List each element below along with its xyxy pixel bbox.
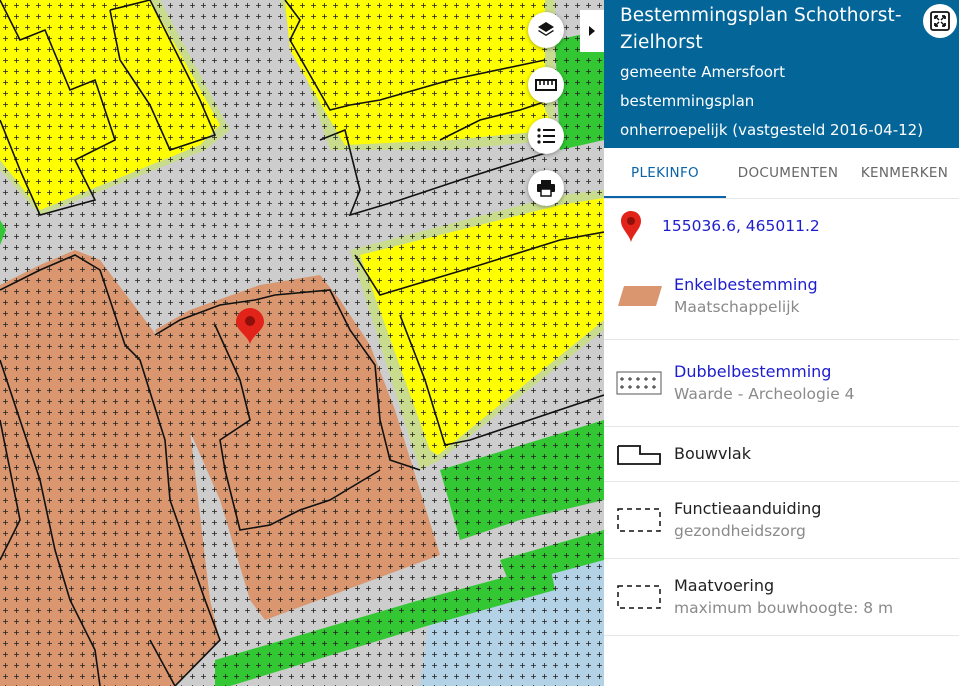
coordinates-row: 155036.6, 465011.2 <box>604 199 959 253</box>
dashed-box-icon <box>617 508 661 532</box>
print-icon <box>537 180 555 197</box>
legend-symbol <box>616 504 666 536</box>
legend-title: Bouwvlak <box>674 444 751 463</box>
legend-item-functieaanduiding: Functieaanduiding gezondheidszorg <box>604 482 959 559</box>
chevron-right-icon <box>589 26 595 36</box>
print-button[interactable] <box>528 170 564 206</box>
building-outline-icon <box>617 445 661 465</box>
coordinates-text[interactable]: 155036.6, 465011.2 <box>662 217 820 235</box>
map-view[interactable] <box>0 0 604 686</box>
plan-status-text: onherroepelijk (vastgesteld 2016-04-12) <box>620 121 924 139</box>
plan-title: Bestemmingsplan Schothorst-Zielhorst <box>620 5 902 53</box>
list-icon <box>537 128 555 144</box>
legend-subtitle: Maatschappelijk <box>674 298 800 316</box>
tab-plekinfo[interactable]: PLEKINFO <box>604 148 726 198</box>
brown-parallelogram-icon <box>618 286 662 306</box>
ruler-icon <box>535 79 557 91</box>
measure-button[interactable] <box>528 67 564 103</box>
legend-text: Maatvoering maximum bouwhoogte: 8 m <box>674 575 893 619</box>
legend-subtitle: maximum bouwhoogte: 8 m <box>674 599 894 617</box>
dashed-box-icon <box>617 585 661 609</box>
expand-icon <box>930 11 950 31</box>
legend-title[interactable]: Enkelbestemming <box>674 274 818 296</box>
map-canvas[interactable] <box>0 0 604 686</box>
layers-button[interactable] <box>528 12 564 48</box>
legend-symbol <box>616 581 666 613</box>
legend-item-enkelbestemming: Enkelbestemming Maatschappelijk <box>604 253 959 340</box>
tab-documenten[interactable]: DOCUMENTEN <box>726 148 850 198</box>
crosshatch-box-icon <box>616 371 662 395</box>
panel-tabs: PLEKINFO DOCUMENTEN KENMERKEN <box>604 148 959 199</box>
municipality-text: gemeente Amersfoort <box>620 63 785 81</box>
legend-symbol <box>616 438 666 470</box>
legend-text: Functieaanduiding gezondheidszorg <box>674 498 821 542</box>
panel-header: Bestemmingsplan Schothorst-Zielhorst gem… <box>604 0 959 148</box>
app-root: Bestemmingsplan Schothorst-Zielhorst gem… <box>0 0 959 686</box>
info-panel: Bestemmingsplan Schothorst-Zielhorst gem… <box>604 0 959 686</box>
plan-type-text: bestemmingsplan <box>620 92 755 110</box>
legend-item-bouwvlak: Bouwvlak <box>604 427 959 482</box>
legend-button[interactable] <box>528 118 564 154</box>
legend-subtitle: gezondheidszorg <box>674 522 806 540</box>
tab-kenmerken[interactable]: KENMERKEN <box>850 148 959 198</box>
archaeology-hatch <box>0 0 604 686</box>
legend-text: Bouwvlak <box>674 443 751 465</box>
legend-item-dubbelbestemming: Dubbelbestemming Waarde - Archeologie 4 <box>604 340 959 427</box>
map-marker-icon <box>621 211 641 242</box>
legend-title: Maatvoering <box>674 576 775 595</box>
plan-meta: gemeente Amersfoort bestemmingsplan onhe… <box>620 58 943 145</box>
legend-text: Enkelbestemming Maatschappelijk <box>674 274 818 318</box>
legend-text: Dubbelbestemming Waarde - Archeologie 4 <box>674 361 855 405</box>
legend-symbol <box>616 280 666 312</box>
legend-subtitle: Waarde - Archeologie 4 <box>674 385 855 403</box>
legend-item-maatvoering: Maatvoering maximum bouwhoogte: 8 m <box>604 559 959 636</box>
legend-title[interactable]: Dubbelbestemming <box>674 361 855 383</box>
legend-title: Functieaanduiding <box>674 499 822 518</box>
layers-icon <box>538 22 554 36</box>
expand-button[interactable] <box>923 4 957 38</box>
collapse-panel-tab[interactable] <box>580 10 604 52</box>
legend-symbol <box>616 367 666 399</box>
